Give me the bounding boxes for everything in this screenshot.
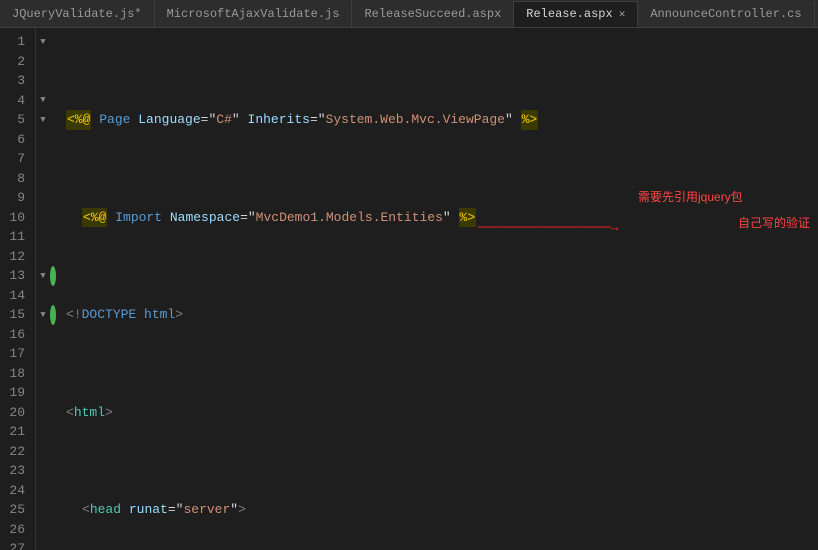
collapse-15[interactable]: ▼ (40, 310, 45, 320)
code-content[interactable]: <%@ Page Language="C#" Inherits="System.… (58, 28, 818, 550)
tab-jqueryvalidate-label: JQueryValidate.js* (12, 7, 142, 21)
collapse-4[interactable]: ▼ (40, 95, 45, 105)
code-line-5: <head runat="server"> (66, 500, 818, 520)
collapse-1[interactable]: ▼ (40, 37, 45, 47)
tab-announcecontroller-label: AnnounceController.cs (650, 7, 801, 21)
tab-microsoftajax[interactable]: MicrosoftAjaxValidate.js (155, 1, 353, 27)
collapse-indicators: ▼ ▼ ▼ ▼ ▼ (36, 28, 50, 550)
code-line-1: <%@ Page Language="C#" Inherits="System.… (66, 110, 818, 130)
tab-release[interactable]: Release.aspx ✕ (514, 1, 638, 27)
tab-jqueryvalidate[interactable]: JQueryValidate.js* (0, 1, 155, 27)
line-numbers: 12345 678910 1112131415 1617181920 21222… (0, 28, 36, 550)
tab-release-label: Release.aspx (526, 7, 612, 21)
collapse-5[interactable]: ▼ (40, 115, 45, 125)
tab-announcecontroller[interactable]: AnnounceController.cs (638, 1, 814, 27)
code-line-4: <html> (66, 403, 818, 423)
tab-microsoftajax-label: MicrosoftAjaxValidate.js (167, 7, 340, 21)
tab-releasesucceed[interactable]: ReleaseSucceed.aspx (352, 1, 514, 27)
code-line-3: <!DOCTYPE html> (66, 305, 818, 325)
tab-release-close[interactable]: ✕ (619, 7, 626, 21)
indicators (50, 28, 58, 550)
editor-area: 12345 678910 1112131415 1617181920 21222… (0, 28, 818, 550)
tab-bar: JQueryValidate.js* MicrosoftAjaxValidate… (0, 0, 818, 28)
annotation-jquery-text: 需要先引用jquery包 (638, 188, 743, 206)
collapse-13[interactable]: ▼ (40, 271, 45, 281)
code-line-2: <%@ Import Namespace="MvcDemo1.Models.En… (66, 208, 818, 228)
tab-releasesucceed-label: ReleaseSucceed.aspx (364, 7, 501, 21)
